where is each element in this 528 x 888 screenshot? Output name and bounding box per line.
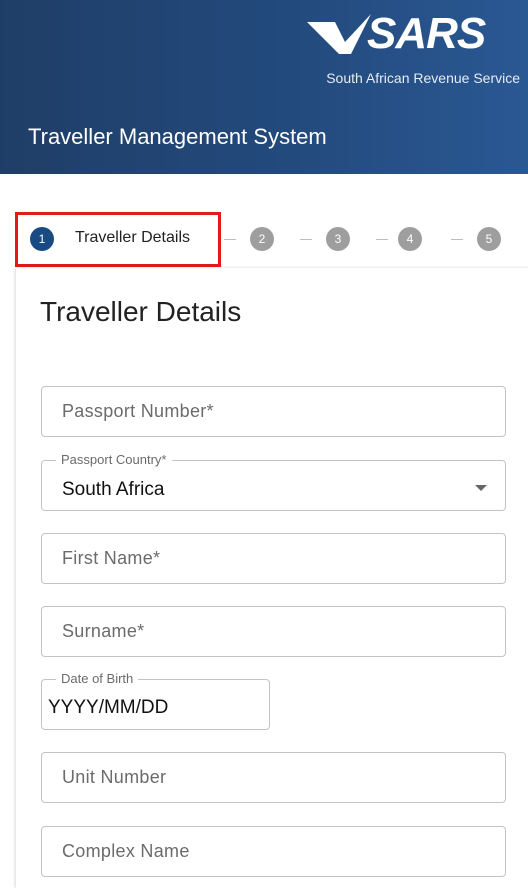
first-name-placeholder: First Name* (62, 548, 161, 568)
first-name-field[interactable]: First Name* (41, 533, 506, 584)
passport-country-label: Passport Country* (56, 452, 172, 467)
step-5-indicator[interactable]: 5 (477, 227, 501, 251)
step-connector (300, 239, 312, 240)
passport-number-placeholder: Passport Number* (62, 401, 214, 421)
form-title: Traveller Details (40, 296, 242, 327)
header-spacer (0, 174, 528, 214)
sars-logo-mark-icon (307, 14, 371, 54)
passport-country-value: South Africa (62, 479, 165, 500)
step-3-indicator[interactable]: 3 (326, 227, 350, 251)
step-4-indicator[interactable]: 4 (398, 227, 422, 251)
step-connector (224, 239, 236, 240)
organization-name: South African Revenue Service (326, 70, 520, 86)
passport-number-field[interactable]: Passport Number* (41, 386, 506, 437)
date-of-birth-field[interactable]: Date of Birth YYYY/MM/DD (41, 671, 270, 730)
unit-number-field[interactable]: Unit Number (41, 752, 506, 803)
active-step-highlight (15, 212, 221, 267)
sars-logo: SARS (305, 9, 520, 58)
date-of-birth-value: YYYY/MM/DD (48, 697, 169, 718)
passport-country-select[interactable]: Passport Country* South Africa (41, 452, 506, 511)
date-of-birth-label: Date of Birth (56, 671, 139, 686)
complex-name-field[interactable]: Complex Name (41, 826, 506, 877)
app-header: SARS South African Revenue Service Trave… (0, 0, 528, 174)
unit-number-placeholder: Unit Number (62, 767, 167, 787)
dropdown-arrow-icon[interactable] (475, 485, 487, 491)
complex-name-placeholder: Complex Name (62, 841, 190, 861)
logo-text: SARS (367, 9, 486, 58)
app-title: Traveller Management System (28, 124, 327, 149)
surname-field[interactable]: Surname* (41, 606, 506, 657)
step-2-indicator[interactable]: 2 (250, 227, 274, 251)
step-connector (451, 239, 463, 240)
surname-placeholder: Surname* (62, 621, 145, 641)
step-connector (376, 239, 388, 240)
